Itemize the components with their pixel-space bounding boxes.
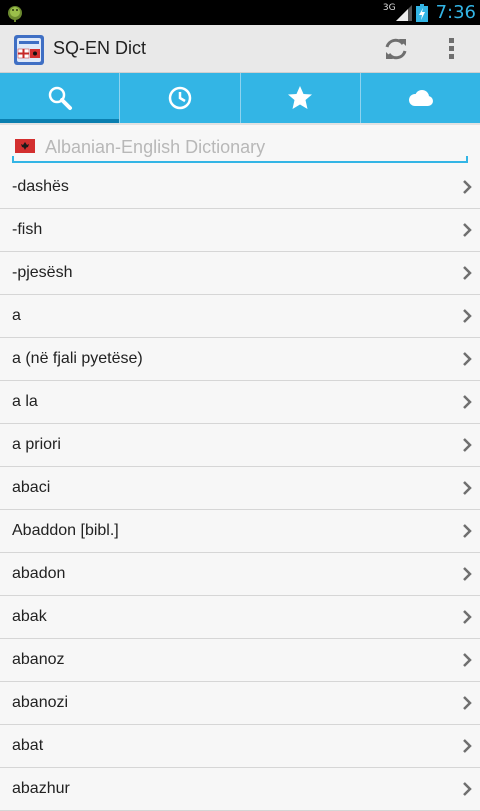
list-item[interactable]: -fish <box>0 209 480 252</box>
chevron-right-icon <box>463 739 472 753</box>
word-label: a (në fjali pyetëse) <box>12 350 143 367</box>
overflow-menu-button[interactable] <box>441 35 463 63</box>
tab-bar-divider <box>0 123 480 125</box>
chevron-right-icon <box>463 180 472 194</box>
chevron-right-icon <box>463 309 472 323</box>
search-icon <box>48 86 72 110</box>
word-label: -fish <box>12 221 43 238</box>
list-item[interactable]: abaci <box>0 467 480 510</box>
list-item[interactable]: Abaddon [bibl.] <box>0 510 480 553</box>
list-item[interactable]: abazhur <box>0 768 480 811</box>
word-label: a la <box>12 393 38 410</box>
chevron-right-icon <box>463 696 472 710</box>
list-item[interactable]: abanozi <box>0 682 480 725</box>
network-type-label: 3G <box>382 2 396 13</box>
word-label: Abaddon [bibl.] <box>12 522 119 539</box>
tab-history[interactable] <box>120 73 241 123</box>
word-list: -dashës -fish -pjesësh a a (në fjali pyetëse… <box>0 166 480 811</box>
signal-icon <box>395 4 412 21</box>
word-label: abanoz <box>12 651 65 668</box>
chevron-right-icon <box>463 266 472 280</box>
status-bar: 3G 7:36 <box>0 0 480 25</box>
list-item[interactable]: abak <box>0 596 480 639</box>
word-label: abazhur <box>12 780 70 797</box>
search-field <box>12 131 468 163</box>
list-item[interactable]: abadon <box>0 553 480 596</box>
word-label: -pjesësh <box>12 264 73 281</box>
list-item[interactable]: a <box>0 295 480 338</box>
app-title: SQ-EN Dict <box>53 38 147 58</box>
search-input[interactable] <box>45 134 465 160</box>
chevron-right-icon <box>463 567 472 581</box>
list-item[interactable]: a priori <box>0 424 480 467</box>
chevron-right-icon <box>463 782 472 796</box>
word-label: a <box>12 307 21 324</box>
tab-favorites[interactable] <box>241 73 361 123</box>
app-logo-icon <box>14 35 44 65</box>
list-item[interactable]: a la <box>0 381 480 424</box>
word-label: abat <box>12 737 44 754</box>
chevron-right-icon <box>463 481 472 495</box>
cloud-icon <box>409 90 434 106</box>
clock: 7:36 <box>435 2 476 23</box>
android-notification-icon <box>8 6 22 22</box>
albanian-flag-icon <box>15 139 35 153</box>
chevron-right-icon <box>463 610 472 624</box>
list-item[interactable]: a (në fjali pyetëse) <box>0 338 480 381</box>
word-label: abanozi <box>12 694 69 711</box>
chevron-right-icon <box>463 395 472 409</box>
chevron-right-icon <box>463 438 472 452</box>
word-label: -dashës <box>12 178 69 195</box>
word-label: abaci <box>12 479 51 496</box>
list-item[interactable]: abanoz <box>0 639 480 682</box>
star-icon <box>288 86 313 109</box>
word-label: abak <box>12 608 47 625</box>
refresh-button[interactable] <box>382 35 410 63</box>
list-item[interactable]: -pjesësh <box>0 252 480 295</box>
chevron-right-icon <box>463 223 472 237</box>
chevron-right-icon <box>463 352 472 366</box>
list-item[interactable]: abat <box>0 725 480 768</box>
tab-search[interactable] <box>0 73 121 123</box>
tab-bar <box>0 73 480 123</box>
word-label: abadon <box>12 565 66 582</box>
list-item[interactable]: -dashës <box>0 166 480 209</box>
chevron-right-icon <box>463 524 472 538</box>
history-icon <box>168 86 192 110</box>
battery-icon <box>415 3 428 22</box>
chevron-right-icon <box>463 653 472 667</box>
tab-cloud[interactable] <box>361 73 480 123</box>
action-bar: SQ-EN Dict <box>0 25 480 73</box>
word-label: a priori <box>12 436 61 453</box>
